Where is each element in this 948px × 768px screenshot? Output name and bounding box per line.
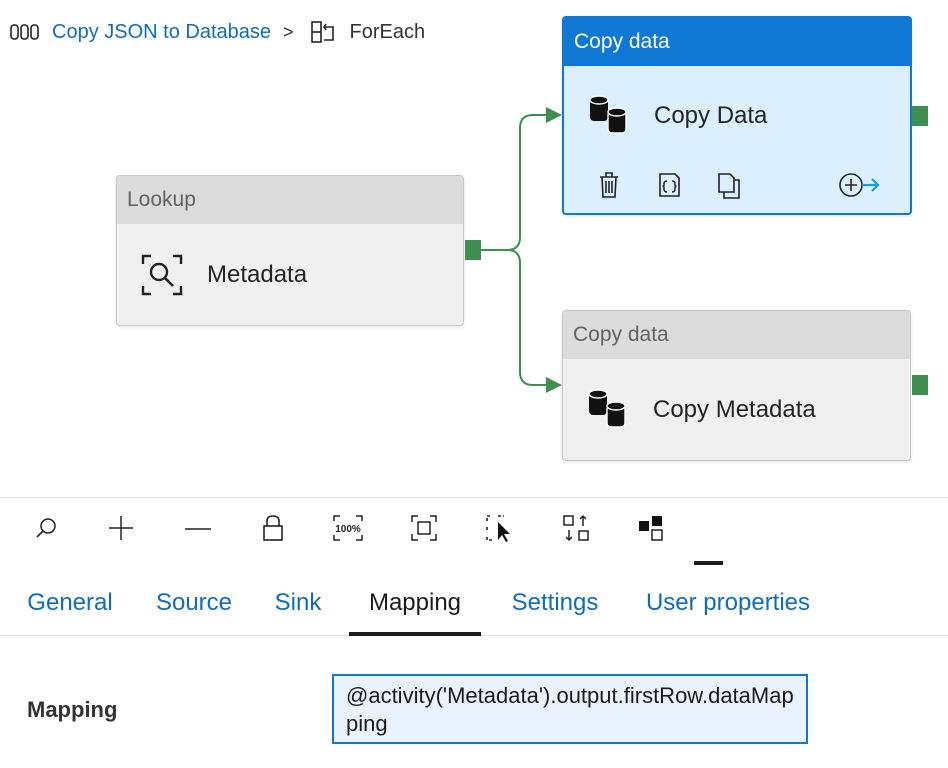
copy-data-output-port[interactable]: [912, 106, 928, 126]
node-body: Copy Metadata: [563, 359, 910, 460]
lookup-activity-node[interactable]: Lookup Metadata: [116, 175, 464, 326]
auto-align-icon[interactable]: [558, 510, 594, 546]
select-icon[interactable]: [482, 510, 518, 546]
zoom-100-icon[interactable]: 100%: [330, 510, 366, 546]
tab-user-properties[interactable]: User properties: [628, 570, 828, 636]
node-action-bar: [564, 168, 910, 208]
lookup-icon: [141, 254, 183, 295]
zoom-100-label: 100%: [335, 524, 361, 535]
node-body: Metadata: [117, 224, 463, 325]
code-icon[interactable]: [654, 168, 684, 202]
lock-icon[interactable]: [255, 510, 291, 546]
node-name: Copy Data: [654, 102, 768, 129]
clone-icon[interactable]: [714, 168, 744, 202]
zoom-out-icon[interactable]: [180, 510, 216, 546]
layout-icon[interactable]: [634, 510, 670, 546]
tab-sink[interactable]: Sink: [262, 570, 334, 636]
tab-mapping[interactable]: Mapping: [349, 570, 481, 636]
database-icon: [589, 95, 627, 134]
copy-metadata-activity-node[interactable]: Copy data Copy Metadata: [562, 310, 911, 461]
edge-lookup-to-copy-metadata: [481, 249, 548, 386]
mapping-label: Mapping: [27, 697, 118, 722]
node-type-label: Lookup: [117, 176, 463, 224]
tab-source[interactable]: Source: [143, 570, 245, 636]
database-icon: [588, 388, 626, 428]
node-name: Copy Metadata: [653, 395, 816, 423]
edge-arrow-copy-data: [546, 107, 562, 123]
zoom-in-icon[interactable]: [103, 510, 139, 546]
canvas-toolbar: 100%: [0, 497, 948, 560]
edge-arrow-copy-metadata: [546, 377, 562, 393]
add-output-icon[interactable]: [836, 168, 884, 202]
delete-icon[interactable]: [594, 168, 624, 202]
pipeline-canvas[interactable]: Lookup Metadata Copy data Copy Data Copy…: [0, 0, 948, 497]
node-type-label: Copy data: [564, 18, 910, 66]
node-name: Metadata: [207, 260, 308, 288]
copy-metadata-output-port[interactable]: [912, 375, 928, 395]
panel-resize-handle[interactable]: [694, 561, 723, 565]
copy-data-activity-node[interactable]: Copy data Copy Data: [562, 16, 912, 215]
edge-lookup-to-copy-data: [481, 114, 548, 251]
mapping-expression-input[interactable]: @activity('Metadata').output.firstRow.da…: [332, 674, 808, 744]
search-icon[interactable]: [28, 510, 64, 546]
tab-settings[interactable]: Settings: [497, 570, 613, 636]
properties-tabs: General Source Sink Mapping Settings Use…: [0, 570, 948, 636]
fit-to-screen-icon[interactable]: [406, 510, 442, 546]
node-type-label: Copy data: [563, 311, 910, 359]
lookup-output-port[interactable]: [465, 240, 481, 260]
node-body: Copy Data: [564, 66, 910, 166]
tab-general[interactable]: General: [14, 570, 126, 636]
